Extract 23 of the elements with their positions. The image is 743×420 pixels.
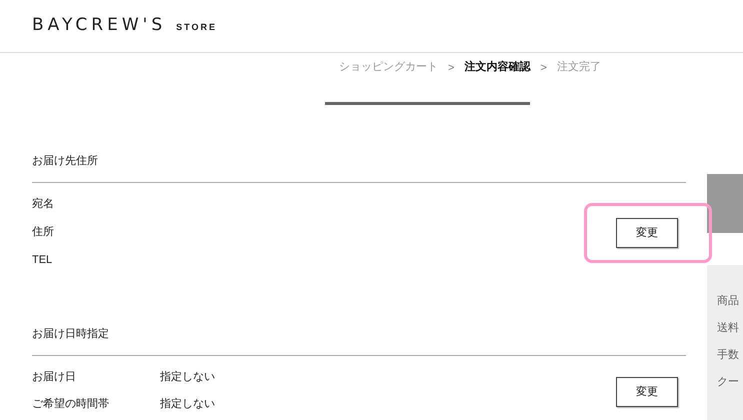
field-label: ご希望の時間帯 (32, 396, 110, 412)
logo[interactable]: BAYCREW'S (32, 13, 166, 39)
section-title: お届け日時指定 (32, 326, 110, 342)
step-label: 注文完了 (556, 60, 601, 75)
summary-label: 商品 (717, 294, 740, 309)
step-label: 注文内容確認 (464, 60, 530, 75)
step-separator: > (539, 61, 548, 76)
change-button[interactable]: 変更 (616, 377, 678, 407)
step-separator: > (447, 61, 456, 76)
field-label: 住所 (32, 224, 55, 240)
field-label: 宛名 (32, 196, 55, 212)
field-value: 指定しない (160, 396, 215, 412)
summary-label: 送料 (717, 321, 740, 336)
field-label: お届け日 (32, 370, 77, 385)
field-value: 指定しない (160, 370, 215, 385)
step-label: ショッピングカート (338, 60, 438, 75)
change-button[interactable]: 変更 (616, 218, 678, 248)
summary-label: 手数 (717, 348, 740, 363)
summary-label: クー (717, 375, 740, 390)
section-title: お届け先住所 (32, 154, 99, 169)
logo-subtitle: STORE (176, 20, 217, 34)
summary-header (707, 174, 743, 233)
field-label: TEL (32, 252, 54, 268)
